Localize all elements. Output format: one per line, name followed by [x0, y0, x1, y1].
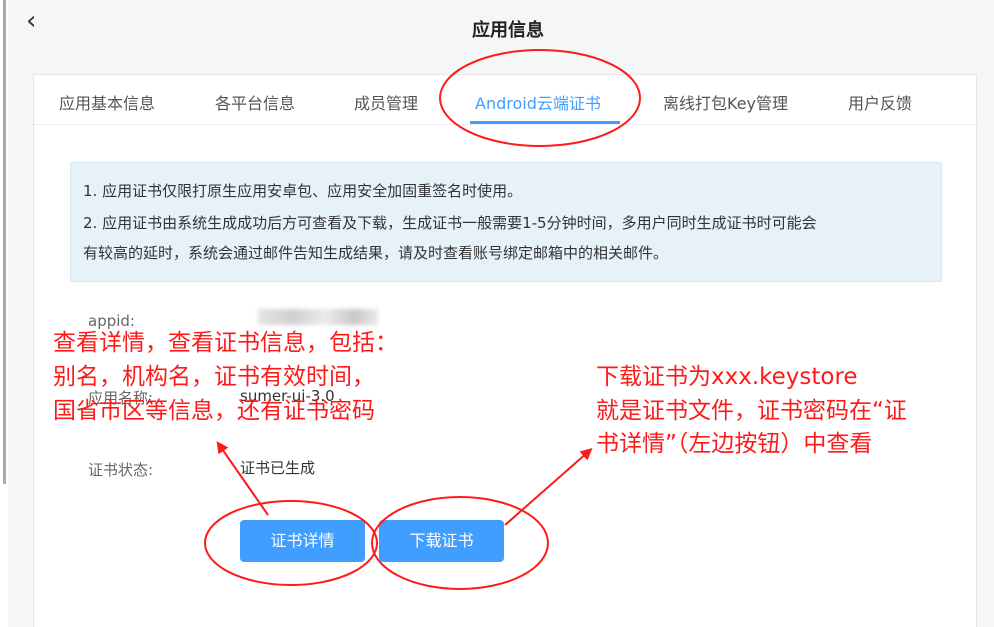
tab-platform-info[interactable]: 各平台信息 [215, 90, 295, 114]
header-bar: ‹ 应用信息 [8, 0, 994, 52]
cert-status-label: 证书状态: [88, 461, 154, 479]
tab-member-management[interactable]: 成员管理 [354, 90, 418, 114]
annotation-left-line-1: 查看详情，查看证书信息，包括： [53, 330, 398, 356]
appid-value-redacted [258, 309, 378, 325]
download-cert-button[interactable]: 下载证书 [379, 520, 504, 562]
scrollbar[interactable] [3, 0, 6, 484]
notice-box: 1. 应用证书仅限打原生应用安卓包、应用安全加固重签名时使用。 2. 应用证书由… [70, 162, 942, 282]
window-left-edge [0, 0, 8, 627]
page-title: 应用信息 [472, 20, 544, 41]
active-tab-indicator [470, 121, 620, 124]
notice-line-3: 有较高的延时，系统会通过邮件告知生成结果，请及时查看账号绑定邮箱中的相关邮件。 [83, 244, 669, 262]
cert-status-value: 证书已生成 [240, 459, 316, 477]
annotation-right-line-2: 就是证书文件，证书密码在“证 [596, 398, 907, 424]
annotation-left-line-2: 别名，机构名，证书有效时间， [53, 364, 375, 390]
annotation-left-line-3: 国省市区等信息，还有证书密码 [53, 398, 375, 424]
tab-user-feedback[interactable]: 用户反馈 [848, 90, 912, 114]
notice-line-1: 1. 应用证书仅限打原生应用安卓包、应用安全加固重签名时使用。 [83, 182, 523, 200]
annotation-right-line-3: 书详情”（左边按钮）中查看 [596, 431, 873, 457]
tab-bar: 应用基本信息 各平台信息 成员管理 Android云端证书 离线打包Key管理 … [34, 75, 978, 125]
tab-android-cloud-cert[interactable]: Android云端证书 [475, 90, 601, 114]
annotation-right-line-1: 下载证书为xxx.keystore [596, 364, 858, 390]
cert-details-button[interactable]: 证书详情 [240, 520, 365, 562]
tab-app-basic-info[interactable]: 应用基本信息 [59, 90, 155, 114]
notice-line-2: 2. 应用证书由系统生成成功后方可查看及下载，生成证书一般需要1-5分钟时间，多… [83, 214, 817, 232]
tab-offline-key-management[interactable]: 离线打包Key管理 [663, 90, 788, 114]
